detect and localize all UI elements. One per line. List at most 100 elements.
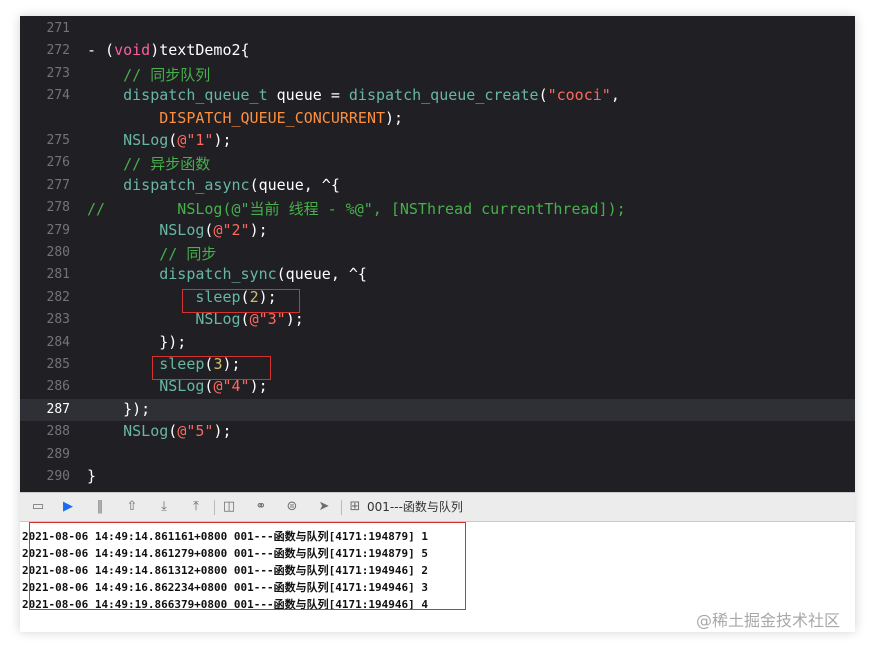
- line-number[interactable]: 288: [20, 424, 70, 439]
- code-editor[interactable]: 271 272- (void)textDemo2{273 // 同步队列 274 d…: [20, 16, 855, 492]
- code-text: // 同步队列: [87, 64, 210, 85]
- xcode-window: 271 272- (void)textDemo2{273 // 同步队列 274 d…: [20, 16, 855, 632]
- code-text: dispatch_queue_t queue = dispatch_queue_…: [87, 86, 620, 104]
- code-token: dispatch_queue_create: [348, 86, 539, 105]
- highlight-box-sleep-3: [152, 356, 271, 380]
- code-token: );: [213, 422, 232, 441]
- code-token: )textDemo2{: [150, 41, 250, 60]
- code-line[interactable]: 284 });: [20, 332, 855, 354]
- code-token: );: [249, 377, 268, 396]
- line-number[interactable]: 280: [20, 245, 70, 260]
- code-line[interactable]: 283 NSLog(@"3");: [20, 309, 855, 331]
- code-line[interactable]: 275 NSLog(@"1");: [20, 130, 855, 152]
- toolbar-divider: [341, 500, 342, 515]
- line-number[interactable]: 284: [20, 335, 70, 350]
- line-number[interactable]: 283: [20, 312, 70, 327]
- code-line[interactable]: DISPATCH_QUEUE_CONCURRENT);: [20, 108, 855, 130]
- watermark: @稀土掘金技术社区: [696, 611, 841, 630]
- location-icon[interactable]: ➤: [316, 499, 332, 515]
- code-token: dispatch_async: [87, 175, 250, 194]
- line-number[interactable]: 273: [20, 66, 70, 81]
- code-text: NSLog(@"1");: [87, 131, 231, 149]
- code-token: );: [249, 220, 268, 239]
- code-token: DISPATCH_QUEUE_CONCURRENT: [87, 108, 386, 127]
- code-line[interactable]: 290}: [20, 466, 855, 488]
- code-text: // 同步: [87, 243, 216, 264]
- code-token: dispatch_sync: [87, 265, 277, 284]
- code-line[interactable]: 281 dispatch_sync(queue, ^{: [20, 264, 855, 286]
- code-line[interactable]: 274 dispatch_queue_t queue = dispatch_qu…: [20, 85, 855, 107]
- line-number[interactable]: 285: [20, 357, 70, 372]
- code-token: void: [114, 41, 151, 60]
- code-text: NSLog(@"4");: [87, 377, 268, 396]
- code-token: queue =: [267, 86, 349, 105]
- code-token: ,: [610, 86, 620, 105]
- code-token: (queue, ^{: [276, 265, 367, 284]
- highlight-box-console: [29, 522, 466, 610]
- code-line[interactable]: 277 dispatch_async(queue, ^{: [20, 175, 855, 197]
- code-token: // 同步: [87, 245, 217, 263]
- line-number[interactable]: 276: [20, 155, 70, 170]
- line-number[interactable]: 281: [20, 267, 70, 282]
- line-number[interactable]: 278: [20, 200, 70, 215]
- step-in-icon[interactable]: ⤓: [156, 499, 172, 515]
- code-token: (: [538, 86, 548, 105]
- code-line[interactable]: 282 sleep(2);: [20, 287, 855, 309]
- code-token: // NSLog(@"当前 线程 - %@", [NSThread curren…: [87, 200, 626, 219]
- code-text: // NSLog(@"当前 线程 - %@", [NSThread curren…: [87, 198, 626, 219]
- code-token: NSLog: [87, 220, 205, 239]
- line-number[interactable]: 272: [20, 43, 70, 58]
- target-icon[interactable]: ⊞: [347, 499, 363, 515]
- code-token: @"1": [177, 131, 214, 149]
- memory-graph-icon[interactable]: ⚭: [253, 499, 269, 515]
- pause-icon[interactable]: ‖: [92, 499, 108, 515]
- line-number[interactable]: 287: [20, 402, 70, 417]
- environment-icon[interactable]: ⊜: [284, 499, 300, 515]
- code-text: NSLog(@"2");: [87, 220, 268, 239]
- line-number[interactable]: 290: [20, 469, 70, 484]
- view-hierarchy-icon[interactable]: ◫: [221, 499, 237, 515]
- code-token: @"2": [213, 220, 250, 239]
- code-token: NSLog: [87, 422, 169, 441]
- code-token: @"4": [213, 377, 250, 396]
- code-token: // 异步函数: [87, 155, 211, 174]
- code-line[interactable]: 280 // 同步: [20, 242, 855, 264]
- code-line[interactable]: 276 // 异步函数: [20, 152, 855, 174]
- code-line[interactable]: 278 // NSLog(@"当前 线程 - %@", [NSThread cur…: [20, 197, 855, 219]
- code-line[interactable]: 289: [20, 444, 855, 466]
- line-number[interactable]: 289: [20, 447, 70, 462]
- code-line[interactable]: 288 NSLog(@"5");: [20, 421, 855, 443]
- line-number[interactable]: 271: [20, 21, 70, 36]
- step-over-icon[interactable]: ⇧: [124, 499, 140, 515]
- code-token: dispatch_queue_t: [87, 86, 268, 105]
- line-number[interactable]: 286: [20, 379, 70, 394]
- line-number[interactable]: 277: [20, 178, 70, 193]
- code-text: // 异步函数: [87, 153, 210, 174]
- code-token: (queue, ^{: [249, 175, 340, 194]
- line-number[interactable]: 282: [20, 290, 70, 305]
- line-number[interactable]: 274: [20, 88, 70, 103]
- hide-console-icon[interactable]: ▭: [30, 499, 46, 515]
- toolbar-divider: [214, 500, 215, 515]
- code-token: (: [168, 131, 178, 149]
- line-number[interactable]: 279: [20, 223, 70, 238]
- debug-breadcrumb[interactable]: 001---函数与队列: [367, 499, 463, 516]
- code-token: "cooci": [547, 86, 611, 105]
- line-number[interactable]: 275: [20, 133, 70, 148]
- code-token: }: [87, 467, 97, 485]
- highlight-box-sleep-2: [182, 289, 300, 313]
- code-token: });: [87, 399, 151, 418]
- breakpoint-icon[interactable]: ▶: [60, 499, 76, 515]
- step-out-icon[interactable]: ⤒: [188, 499, 204, 515]
- code-token: NSLog: [87, 131, 169, 149]
- code-line[interactable]: 286 NSLog(@"4");: [20, 376, 855, 398]
- code-text: }: [87, 467, 96, 485]
- code-line[interactable]: 285 sleep(3);: [20, 354, 855, 376]
- code-line[interactable]: 287 });: [20, 398, 855, 421]
- code-line[interactable]: 279 NSLog(@"2");: [20, 220, 855, 242]
- code-token: NSLog: [87, 377, 205, 396]
- code-line[interactable]: 272 - (void)textDemo2{: [20, 40, 855, 62]
- code-line[interactable]: 271: [20, 18, 855, 40]
- code-text: DISPATCH_QUEUE_CONCURRENT);: [87, 109, 403, 127]
- code-line[interactable]: 273 // 同步队列: [20, 63, 855, 85]
